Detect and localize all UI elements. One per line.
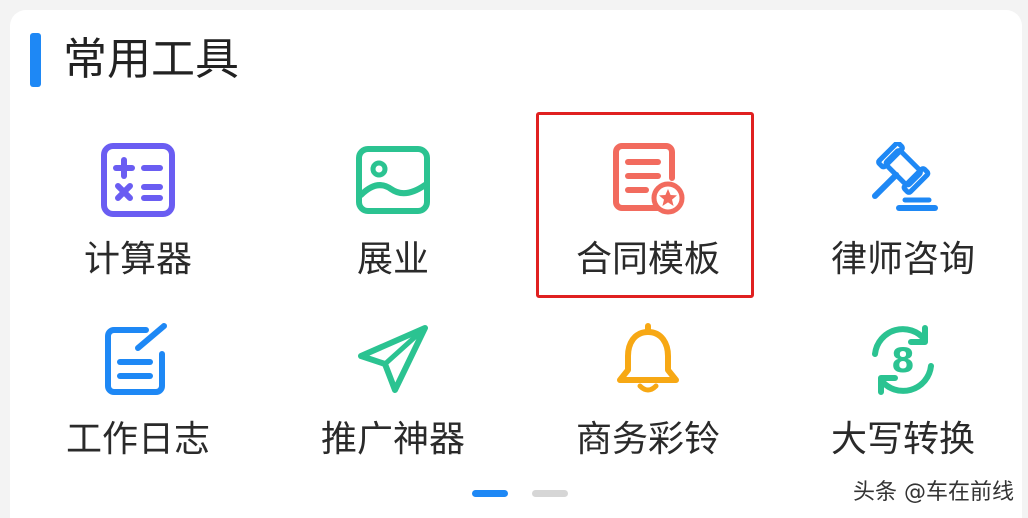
- tool-label: 工作日志: [65, 419, 210, 460]
- pagination-dot-active[interactable]: [472, 490, 508, 497]
- convert-cycle-icon: 8: [863, 320, 943, 400]
- tool-business-ringtone[interactable]: 商务彩铃: [528, 320, 768, 490]
- tool-promotion[interactable]: 推广神器: [273, 320, 513, 490]
- bell-icon: [608, 320, 688, 400]
- tool-zhanye[interactable]: 展业: [273, 140, 513, 310]
- tool-label: 大写转换: [830, 419, 975, 460]
- image-icon: [353, 140, 433, 220]
- tool-contract-template[interactable]: 合同模板: [528, 140, 768, 310]
- paper-plane-icon: [353, 320, 433, 400]
- tool-label: 计算器: [83, 239, 192, 280]
- gavel-icon: [863, 140, 943, 220]
- tool-label: 商务彩铃: [575, 419, 720, 460]
- pagination-dots: [472, 490, 568, 497]
- section-header: 常用工具: [30, 30, 239, 90]
- tool-calculator[interactable]: 计算器: [18, 140, 258, 310]
- tool-work-log[interactable]: 工作日志: [18, 320, 258, 490]
- watermark: 头条 @车在前线: [853, 480, 1014, 505]
- tool-lawyer-consult[interactable]: 律师咨询: [783, 140, 1023, 310]
- pagination-dot[interactable]: [532, 490, 568, 497]
- calculator-icon: [98, 140, 178, 220]
- tool-label: 律师咨询: [830, 239, 975, 280]
- tool-label: 推广神器: [320, 419, 465, 460]
- accent-bar: [30, 33, 41, 87]
- edit-note-icon: [98, 320, 178, 400]
- tool-label: 合同模板: [575, 239, 720, 280]
- tool-label: 展业: [356, 239, 429, 280]
- section-title: 常用工具: [63, 34, 239, 85]
- tool-uppercase-convert[interactable]: 8 大写转换: [783, 320, 1023, 490]
- svg-text:8: 8: [891, 341, 915, 381]
- contract-document-icon: [608, 140, 688, 220]
